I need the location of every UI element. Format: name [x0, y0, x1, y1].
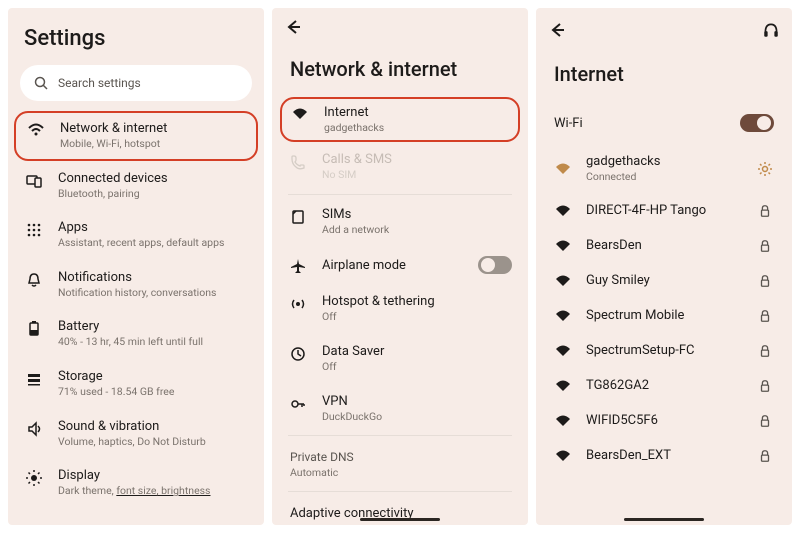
item-data-saver[interactable]: Data SaverOff [272, 334, 528, 384]
network-name: SpectrumSetup-FC [586, 343, 742, 358]
wifi-icon [554, 239, 572, 253]
wifi-icon [554, 162, 572, 176]
item-internet[interactable]: Internetgadgethacks [280, 97, 520, 143]
network-name: DIRECT-4F-HP Tango [586, 203, 742, 218]
item-sims[interactable]: SIMsAdd a network [272, 197, 528, 247]
wifi-label: Wi-Fi [554, 116, 583, 131]
item-sound[interactable]: Sound & vibrationVolume, haptics, Do Not… [8, 409, 264, 459]
wifi-icon [554, 379, 572, 393]
item-private-dns[interactable]: Private DNS [272, 438, 528, 464]
network-list: gadgethacksConnected DIRECT-4F-HP Tango Be… [536, 144, 792, 473]
gesture-bar[interactable] [624, 518, 704, 521]
network-status: Connected [586, 170, 742, 183]
item-notifications[interactable]: NotificationsNotification history, conve… [8, 260, 264, 310]
wifi-icon [26, 121, 46, 137]
wifi-icon [554, 344, 572, 358]
apps-icon [24, 220, 44, 238]
search-icon [34, 76, 48, 90]
item-apps[interactable]: AppsAssistant, recent apps, default apps [8, 210, 264, 260]
lock-icon [756, 239, 774, 253]
sound-icon [24, 419, 44, 437]
lock-icon [756, 344, 774, 358]
lock-icon [756, 379, 774, 393]
search-input[interactable]: Search settings [20, 65, 252, 101]
screen-internet: Internet Wi-Fi gadgethacksConnected DIREC… [536, 8, 792, 525]
topbar [536, 8, 792, 52]
display-icon [24, 468, 44, 486]
network-row[interactable]: TG862GA2 [536, 368, 792, 403]
network-row[interactable]: DIRECT-4F-HP Tango [536, 193, 792, 228]
wifi-icon [290, 105, 310, 121]
bell-icon [24, 270, 44, 288]
item-vpn[interactable]: VPNDuckDuckGo [272, 384, 528, 434]
network-name: BearsDen_EXT [586, 448, 742, 463]
lock-icon [756, 309, 774, 323]
battery-icon [24, 319, 44, 337]
divider [288, 194, 512, 195]
item-storage[interactable]: Storage71% used - 18.54 GB free [8, 359, 264, 409]
item-battery[interactable]: Battery40% - 13 hr, 45 min left until fu… [8, 309, 264, 359]
wifi-icon [554, 274, 572, 288]
search-placeholder: Search settings [58, 76, 141, 90]
network-name: TG862GA2 [586, 378, 742, 393]
page-title: Network & internet [272, 47, 528, 97]
devices-icon [24, 171, 44, 189]
network-name: BearsDen [586, 238, 742, 253]
screen-network-internet: Network & internet Internetgadgethacks C… [272, 8, 528, 525]
network-name: Guy Smiley [586, 273, 742, 288]
vpn-icon [288, 394, 308, 412]
wifi-icon [554, 309, 572, 323]
item-airplane-mode[interactable]: Airplane mode [272, 246, 528, 284]
sim-icon [288, 207, 308, 225]
wifi-toggle[interactable] [740, 114, 774, 132]
lock-icon [756, 449, 774, 463]
item-network-internet[interactable]: Network & internet Mobile, Wi-Fi, hotspo… [14, 111, 258, 161]
item-calls-sms: Calls & SMSNo SIM [272, 142, 528, 192]
storage-icon [24, 369, 44, 387]
network-row[interactable]: WIFID5C5F6 [536, 403, 792, 438]
page-title: Internet [536, 52, 792, 102]
gear-icon[interactable] [756, 161, 774, 177]
page-title: Settings [8, 8, 264, 65]
network-name: WIFID5C5F6 [586, 413, 742, 428]
airplane-icon [288, 256, 308, 274]
item-connected-devices[interactable]: Connected devicesBluetooth, pairing [8, 161, 264, 211]
settings-list: Network & internet Mobile, Wi-Fi, hotspo… [8, 111, 264, 508]
network-row[interactable]: Guy Smiley [536, 263, 792, 298]
item-hotspot[interactable]: Hotspot & tetheringOff [272, 284, 528, 334]
network-name: Spectrum Mobile [586, 308, 742, 323]
wifi-toggle-row: Wi-Fi [536, 102, 792, 144]
network-row[interactable]: gadgethacksConnected [536, 144, 792, 193]
network-row[interactable]: SpectrumSetup-FC [536, 333, 792, 368]
phone-icon [288, 152, 308, 170]
divider [288, 491, 512, 492]
support-icon[interactable] [762, 21, 780, 39]
back-button[interactable] [284, 18, 302, 36]
data-saver-icon [288, 344, 308, 362]
divider [288, 435, 512, 436]
lock-icon [756, 274, 774, 288]
network-row[interactable]: BearsDen [536, 228, 792, 263]
back-button[interactable] [548, 21, 566, 39]
wifi-icon [554, 204, 572, 218]
network-name: gadgethacks [586, 154, 742, 169]
network-row[interactable]: BearsDen_EXT [536, 438, 792, 473]
network-row[interactable]: Spectrum Mobile [536, 298, 792, 333]
lock-icon [756, 414, 774, 428]
airplane-toggle[interactable] [478, 256, 512, 274]
wifi-icon [554, 449, 572, 463]
gesture-bar[interactable] [360, 518, 440, 521]
topbar [272, 8, 528, 47]
hotspot-icon [288, 294, 308, 312]
lock-icon [756, 204, 774, 218]
item-display[interactable]: Display Dark theme, font size, brightnes… [8, 458, 264, 508]
wifi-icon [554, 414, 572, 428]
screen-settings: Settings Search settings Network & inter… [8, 8, 264, 525]
